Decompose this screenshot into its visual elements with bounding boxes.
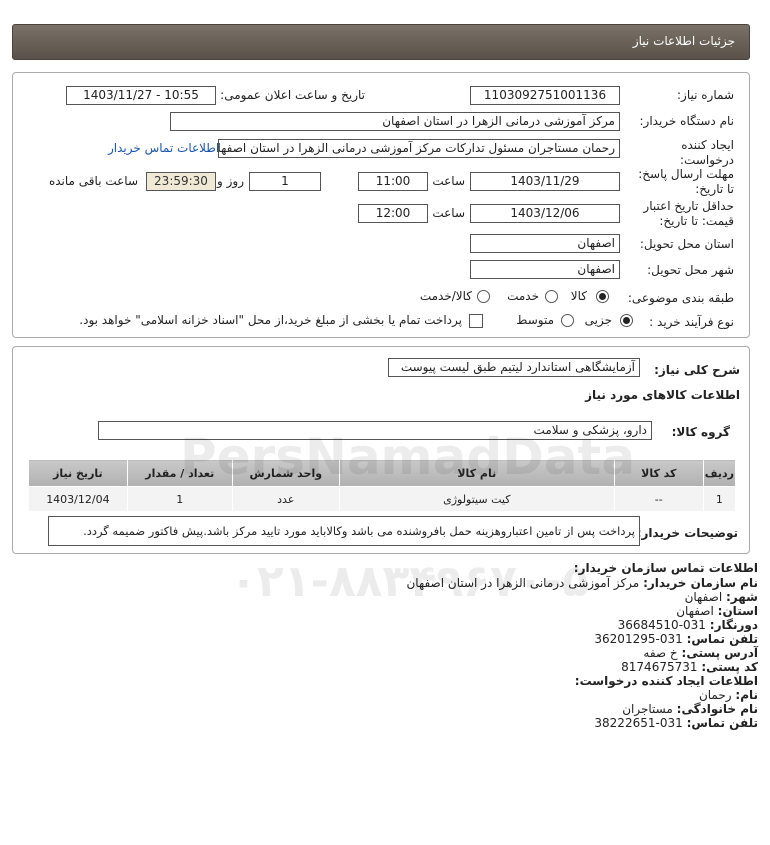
cell-unit: عدد — [231, 486, 340, 512]
contact-phone-line: تلفن تماس: 031-36201295 — [594, 632, 758, 646]
validity-label: حداقل تاریخ اعتبار قیمت: تا تاریخ: — [643, 199, 734, 228]
remaining-label: ساعت باقی مانده — [48, 174, 138, 188]
header-row-number: ردیف — [702, 459, 737, 487]
process-option-medium: متوسط — [516, 313, 554, 327]
buyer-notes-field: پرداخت پس از تامین اعتباروهزینه حمل بافر… — [48, 516, 640, 546]
contact-city-line: شهر: اصفهان — [685, 590, 758, 604]
cell-row-number: 1 — [702, 486, 737, 512]
province-label: استان محل تحویل: — [639, 237, 734, 251]
goods-table: ردیف کد کالا نام کالا واحد شمارش تعداد /… — [28, 459, 737, 512]
treasury-checkbox[interactable] — [469, 314, 483, 328]
creator-field: رحمان مستاجران مسئول تدارکات مرکز آموزشی… — [218, 139, 620, 158]
contact-province-label: استان: — [717, 604, 758, 618]
category-option-goods-service: کالا/خدمت — [419, 289, 472, 303]
category-label: طبقه بندی موضوعی: — [627, 291, 734, 305]
creator-label: ایجاد کننده درخواست: — [680, 138, 734, 167]
cell-need-date: 1403/12/04 — [28, 486, 128, 512]
contact-fax-value: 031-36684510 — [617, 618, 706, 632]
cell-goods-code: -- — [613, 486, 704, 512]
buyer-contact-link[interactable]: اطلاعات تماس خریدار — [108, 141, 219, 155]
need-number-label: شماره نیاز: — [677, 88, 734, 102]
header-quantity: تعداد / مقدار — [126, 459, 233, 487]
summary-label: شرح کلی نیاز: — [654, 363, 740, 377]
contact-city-value: اصفهان — [684, 590, 723, 604]
goods-group-field: دارو، پزشکی و سلامت — [98, 421, 652, 440]
creator-name-line: نام: رحمان — [699, 688, 758, 702]
validity-date-field: 1403/12/06 — [470, 204, 620, 223]
deadline-time-field: 11:00 — [358, 172, 428, 191]
contact-org-label: نام سازمان خریدار: — [643, 576, 758, 590]
contact-fax-label: دورنگار: — [709, 618, 758, 632]
creator-name-value: رحمان — [698, 688, 732, 702]
page-title: جزئیات اطلاعات نیاز — [632, 34, 735, 48]
cell-goods-name: کیت سیتولوژی — [338, 486, 615, 512]
creator-name-label: نام: — [735, 688, 758, 702]
category-radio-service[interactable] — [545, 290, 558, 303]
contact-province-value: اصفهان — [676, 604, 714, 618]
contact-address-label: آدرس پستی: — [681, 646, 758, 660]
header-goods-code: کد کالا — [613, 459, 704, 487]
creator-phone-label: تلفن تماس: — [686, 716, 758, 730]
deadline-time-word: ساعت — [432, 174, 465, 188]
creator-phone-value: 031-38222651 — [594, 716, 683, 730]
summary-field: آزمایشگاهی استاندارد لیتیم طبق لیست پیوس… — [388, 358, 640, 377]
process-radio-minor[interactable] — [620, 314, 633, 327]
need-number-field: 1103092751001136 — [470, 86, 620, 105]
contact-title: اطلاعات تماس سازمان خریدار: — [573, 561, 758, 575]
contact-province-line: استان: اصفهان — [676, 604, 758, 618]
creator-phone-line: تلفن تماس: 031-38222651 — [594, 716, 758, 730]
creator-title: اطلاعات ایجاد کننده درخواست: — [574, 674, 758, 688]
announce-label: تاریخ و ساعت اعلان عمومی: — [220, 88, 365, 102]
province-field: اصفهان — [470, 234, 620, 253]
buyer-org-label: نام دستگاه خریدار: — [639, 114, 735, 128]
deadline-label: مهلت ارسال پاسخ: تا تاریخ: — [638, 167, 734, 196]
contact-postal-value: 8174675731 — [621, 660, 698, 674]
days-word: روز و — [217, 174, 244, 188]
city-label: شهر محل تحویل: — [647, 263, 734, 277]
category-radio-goods[interactable] — [596, 290, 609, 303]
contact-postal-line: کد پستی: 8174675731 — [621, 660, 758, 674]
creator-family-line: نام خانوادگی: مستاجران — [622, 702, 758, 716]
payment-note: پرداخت تمام یا بخشی از مبلغ خرید،از محل … — [79, 313, 462, 327]
goods-table-header: ردیف کد کالا نام کالا واحد شمارش تعداد /… — [28, 459, 737, 487]
contact-address-line: آدرس پستی: خ صفه — [643, 646, 758, 660]
creator-family-label: نام خانوادگی: — [676, 702, 758, 716]
header-need-date: تاریخ نیاز — [28, 459, 128, 487]
category-radio-goods-service[interactable] — [477, 290, 490, 303]
contact-phone-value: 031-36201295 — [594, 632, 683, 646]
buyer-org-field: مرکز آموزشی درمانی الزهرا در استان اصفها… — [170, 112, 620, 131]
contact-fax-line: دورنگار: 031-36684510 — [618, 618, 758, 632]
process-label: نوع فرآیند خرید : — [649, 315, 734, 329]
contact-org-line: نام سازمان خریدار: مرکز آموزشی درمانی ال… — [406, 576, 758, 590]
goods-info-title: اطلاعات کالاهای مورد نیاز — [585, 388, 740, 402]
contact-address-value: خ صفه — [643, 646, 678, 660]
remaining-time-field: 23:59:30 — [146, 172, 216, 191]
contact-postal-label: کد پستی: — [701, 660, 758, 674]
category-option-goods: کالا — [570, 289, 587, 303]
validity-time-word: ساعت — [432, 206, 465, 220]
header-goods-name: نام کالا — [338, 459, 615, 487]
announce-field: 1403/11/27 - 10:55 — [66, 86, 216, 105]
buyer-notes-label: توضیحات خریدار: — [636, 526, 738, 540]
creator-family-value: مستاجران — [622, 702, 673, 716]
validity-time-field: 12:00 — [358, 204, 428, 223]
contact-phone-label: تلفن تماس: — [686, 632, 758, 646]
days-field: 1 — [249, 172, 321, 191]
contact-city-label: شهر: — [726, 590, 758, 604]
process-radio-medium[interactable] — [561, 314, 574, 327]
city-field: اصفهان — [470, 260, 620, 279]
category-option-service: خدمت — [507, 289, 539, 303]
deadline-date-field: 1403/11/29 — [470, 172, 620, 191]
process-option-minor: جزیی — [584, 313, 612, 327]
contact-org-value: مرکز آموزشی درمانی الزهرا در استان اصفها… — [406, 576, 640, 590]
cell-quantity: 1 — [126, 486, 233, 512]
goods-group-label: گروه کالا: — [671, 425, 730, 439]
page-header: جزئیات اطلاعات نیاز — [12, 24, 750, 60]
table-row: 1 -- کیت سیتولوژی عدد 1 1403/12/04 — [28, 486, 737, 512]
header-unit: واحد شمارش — [231, 459, 340, 487]
